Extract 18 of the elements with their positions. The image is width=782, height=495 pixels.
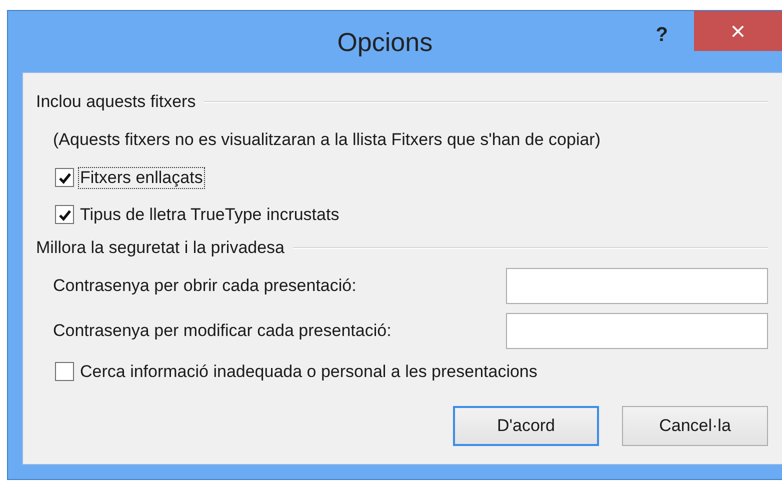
- checkbox[interactable]: [55, 205, 74, 224]
- field-label: Contrasenya per modificar cada presentació:: [53, 320, 392, 340]
- password-field[interactable]: [506, 268, 768, 304]
- checkbox-label[interactable]: Fitxers enllaçats: [78, 166, 205, 188]
- checkbox[interactable]: [55, 168, 74, 187]
- dialog-button[interactable]: D'acord: [453, 406, 599, 446]
- note-text: (Aquests fitxers no es visualitzaran a la llista Fitxers que s'han de copiar): [53, 129, 602, 151]
- group-title: Inclou aquests fitxers: [36, 92, 196, 112]
- password-field[interactable]: [506, 312, 768, 348]
- field-label: Contrasenya per obrir cada presentació:: [53, 276, 358, 296]
- checkbox-label[interactable]: Cerca informació inadequada o personal a les presentacions: [78, 360, 540, 382]
- close-button[interactable]: ×: [694, 11, 782, 51]
- group-title: Millora la seguretat i la privadesa: [36, 238, 285, 258]
- checkbox[interactable]: [55, 362, 74, 381]
- dialog-button[interactable]: Cancel·la: [622, 406, 768, 446]
- window-title: Opcions: [336, 27, 434, 58]
- checkbox-label[interactable]: Tipus de lletra TrueType incrustats: [78, 204, 342, 226]
- help-button[interactable]: ?: [652, 21, 672, 49]
